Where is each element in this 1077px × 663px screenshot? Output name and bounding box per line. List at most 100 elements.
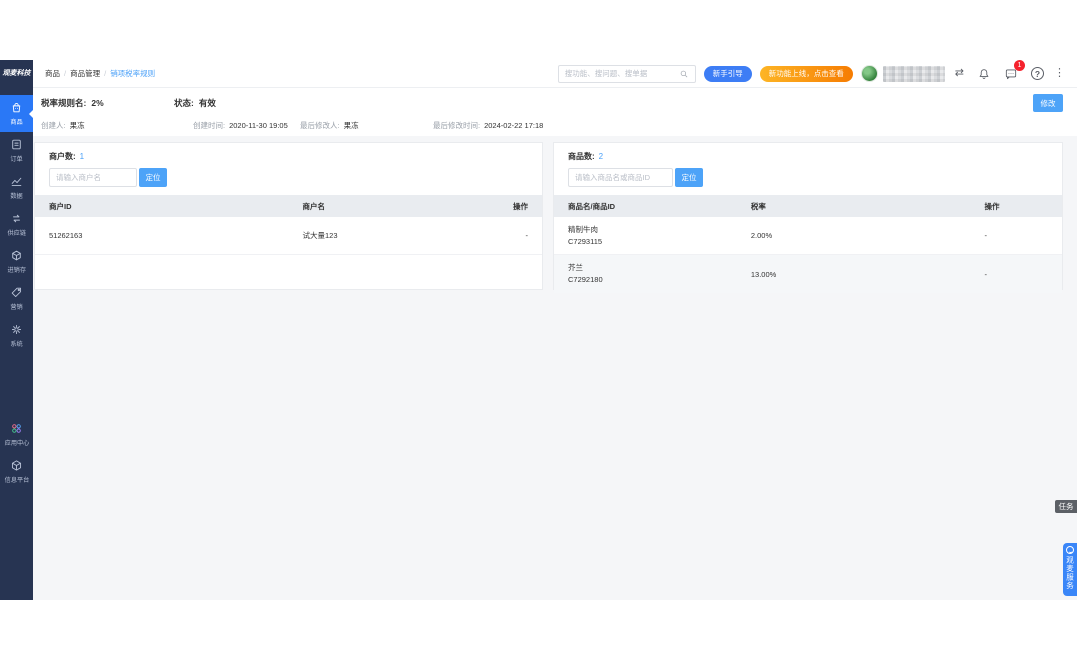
- kebab-menu-icon[interactable]: ⋮: [1054, 68, 1065, 79]
- sidebar-item-system[interactable]: 系统: [0, 317, 33, 354]
- sidebar-item-info-platform[interactable]: 信息平台: [0, 453, 33, 490]
- product-row: 精制牛肉 C7293115 2.00% -: [554, 217, 1062, 255]
- status-field: 状态: 有效: [174, 97, 216, 109]
- notification-bell-button[interactable]: [977, 67, 991, 81]
- breadcrumb-goods[interactable]: 商品: [45, 68, 60, 79]
- sidebar-item-supply-chain[interactable]: 供应链: [0, 206, 33, 243]
- column-product-name-id: 商品名/商品ID: [554, 201, 737, 212]
- breadcrumb-goods-management[interactable]: 商品管理: [70, 68, 100, 79]
- sidebar: 观麦科技 商品 订单 数据 供应链 进销存: [0, 60, 33, 600]
- product-action: -: [971, 270, 1062, 279]
- switch-site-icon[interactable]: ⇄: [955, 68, 964, 79]
- help-icon: ?: [1031, 67, 1044, 80]
- sidebar-item-inventory[interactable]: 进销存: [0, 243, 33, 280]
- product-id: C7292180: [568, 274, 737, 286]
- merchant-search-input[interactable]: [49, 168, 137, 187]
- column-merchant-id: 商户ID: [35, 201, 289, 212]
- global-search-box[interactable]: [558, 65, 696, 83]
- product-count-label: 商品数:: [568, 152, 595, 161]
- sidebar-item-marketing[interactable]: 营销: [0, 280, 33, 317]
- rule-name-field: 税率规则名: 2%: [41, 97, 174, 109]
- tax-rule-header: 税率规则名: 2% 状态: 有效 修改 创建人: 果冻 创建时间: 2020-11-…: [33, 88, 1077, 136]
- modify-time-value: 2024-02-22 17:18: [484, 121, 543, 130]
- merchant-action: -: [491, 231, 542, 240]
- column-action: 操作: [491, 201, 542, 212]
- merchant-locate-button[interactable]: 定位: [139, 168, 167, 187]
- product-count: 商品数: 2: [568, 151, 1048, 162]
- breadcrumb-separator: /: [104, 69, 106, 78]
- newbie-guide-button[interactable]: 新手引导: [704, 66, 752, 82]
- sidebar-item-label: 信息平台: [4, 474, 29, 484]
- modifier-value: 果冻: [344, 121, 359, 130]
- sidebar-item-data[interactable]: 数据: [0, 169, 33, 206]
- product-count-value: 2: [599, 152, 603, 161]
- merchants-table: 商户ID 商户名 操作 51262163 试大量123 -: [35, 195, 542, 255]
- sidebar-item-label: 商品: [10, 116, 22, 126]
- task-tag[interactable]: 任务: [1055, 500, 1077, 513]
- products-panel-top: 商品数: 2 定位: [554, 143, 1062, 187]
- column-action: 操作: [971, 201, 1062, 212]
- new-feature-button[interactable]: 新功能上线，点击查看: [760, 66, 853, 82]
- product-action: -: [971, 231, 1062, 240]
- app-center-icon: [10, 422, 23, 435]
- merchant-row: 51262163 试大量123 -: [35, 217, 542, 255]
- help-button[interactable]: ?: [1031, 67, 1044, 80]
- breadcrumb-current-page: 销项税率规则: [110, 68, 155, 79]
- shopping-bag-icon: [10, 101, 23, 114]
- merchant-id: 51262163: [35, 231, 289, 240]
- sidebar-item-label: 订单: [10, 153, 22, 163]
- global-search-input[interactable]: [565, 69, 679, 78]
- breadcrumb-separator: /: [64, 69, 66, 78]
- products-table-header: 商品名/商品ID 税率 操作: [554, 195, 1062, 217]
- blurred-account-name: [883, 66, 945, 82]
- create-time-label: 创建时间:: [193, 121, 225, 130]
- price-tag-icon: [10, 286, 23, 299]
- product-name: 精制牛肉: [568, 224, 737, 236]
- creator-label: 创建人:: [41, 121, 66, 130]
- service-tab[interactable]: 观麦服务: [1063, 543, 1077, 596]
- sidebar-item-label: 供应链: [7, 227, 26, 237]
- product-search-row: 定位: [568, 168, 1048, 187]
- status-value: 有效: [199, 97, 216, 109]
- tax-rule-header-row2: 创建人: 果冻 创建时间: 2020-11-30 19:05 最后修改人: 果冻 最后…: [41, 120, 1069, 131]
- product-tax-rate: 2.00%: [737, 231, 971, 240]
- product-locate-button[interactable]: 定位: [675, 168, 703, 187]
- column-tax-rate: 税率: [737, 201, 971, 212]
- product-search-input[interactable]: [568, 168, 673, 187]
- sidebar-item-app-center[interactable]: 应用中心: [0, 416, 33, 453]
- merchant-search-row: 定位: [49, 168, 528, 187]
- screen: 观麦科技 商品 订单 数据 供应链 进销存: [0, 0, 1077, 663]
- edit-button[interactable]: 修改: [1033, 94, 1063, 112]
- sidebar-item-label: 系统: [10, 338, 22, 348]
- product-name: 芥兰: [568, 262, 737, 274]
- product-name-id: 芥兰 C7292180: [554, 262, 737, 286]
- sidebar-item-label: 营销: [10, 301, 22, 311]
- modifier-field: 最后修改人: 果冻: [300, 120, 433, 131]
- merchant-name: 试大量123: [289, 230, 492, 241]
- sidebar-item-label: 进销存: [7, 264, 26, 274]
- service-tab-label: 观麦服务: [1065, 556, 1076, 590]
- merchants-panel-top: 商户数:1 定位: [35, 143, 542, 187]
- topbar: 商品 / 商品管理 / 销项税率规则 新手引导 新功能上线，点击查看 ⇄ 1 ?…: [33, 60, 1077, 88]
- gear-icon: [10, 323, 23, 336]
- tax-rule-header-row1: 税率规则名: 2% 状态: 有效: [41, 96, 1069, 110]
- smiley-icon: [1066, 546, 1074, 554]
- sidebar-nav: 商品 订单 数据 供应链 进销存 营销: [0, 95, 33, 490]
- merchant-count-value: 1: [80, 152, 84, 161]
- sidebar-item-label: 应用中心: [4, 437, 29, 447]
- creator-value: 果冻: [70, 121, 85, 130]
- order-doc-icon: [10, 138, 23, 151]
- modifier-label: 最后修改人:: [300, 121, 340, 130]
- create-time-value: 2020-11-30 19:05: [229, 121, 288, 130]
- product-id: C7293115: [568, 236, 737, 248]
- message-badge: 1: [1014, 60, 1025, 71]
- merchants-table-header: 商户ID 商户名 操作: [35, 195, 542, 217]
- merchant-count: 商户数:1: [49, 151, 528, 162]
- avatar[interactable]: [861, 65, 878, 82]
- content-area: 商户数:1 定位 商户ID 商户名 操作 51262163 试大量123 -: [33, 136, 1077, 600]
- messages-button[interactable]: 1: [1004, 67, 1018, 81]
- sidebar-item-goods[interactable]: 商品: [0, 95, 33, 132]
- supply-arrows-icon: [10, 212, 23, 225]
- sidebar-item-orders[interactable]: 订单: [0, 132, 33, 169]
- creator-field: 创建人: 果冻: [41, 120, 193, 131]
